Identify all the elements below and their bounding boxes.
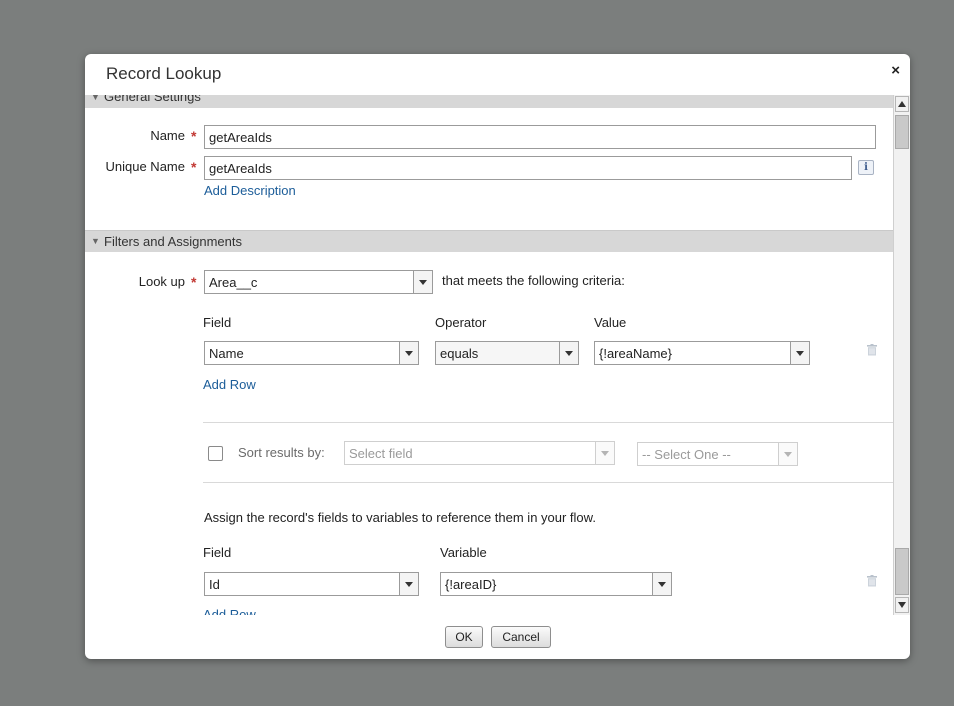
info-icon[interactable]: i: [858, 160, 874, 175]
assign-field-value: Id: [209, 577, 220, 592]
sort-order-placeholder: -- Select One --: [642, 447, 731, 462]
chevron-down-icon[interactable]: [790, 342, 809, 364]
chevron-down-icon[interactable]: [559, 342, 578, 364]
sort-order-select[interactable]: -- Select One --: [637, 442, 798, 466]
name-input[interactable]: [204, 125, 876, 149]
lookup-criteria-text: that meets the following criteria:: [442, 273, 625, 288]
ok-button[interactable]: OK: [445, 626, 483, 648]
unique-name-label: Unique Name: [105, 159, 186, 174]
add-description-link[interactable]: Add Description: [204, 183, 296, 198]
unique-name-input[interactable]: [204, 156, 852, 180]
triangle-down-icon: ▼: [91, 236, 100, 246]
section-filters-assignments-label: Filters and Assignments: [104, 234, 243, 249]
cancel-button[interactable]: Cancel: [491, 626, 551, 648]
lookup-object-value: Area__c: [209, 275, 258, 290]
assign-variable-combobox[interactable]: {!areaID}: [440, 572, 672, 596]
sort-results-checkbox[interactable]: [208, 446, 223, 461]
sort-field-placeholder: Select field: [349, 446, 413, 461]
name-label: Name: [150, 128, 185, 143]
dialog-scroll-area: ▼ General Settings Name * Unique Name * …: [85, 95, 893, 615]
filter-value-value: {!areaName}: [599, 346, 672, 361]
scroll-thumb[interactable]: [895, 115, 909, 149]
section-general-settings-label: General Settings: [104, 95, 201, 104]
add-filter-row-link[interactable]: Add Row: [203, 377, 256, 392]
chevron-down-icon[interactable]: [652, 573, 671, 595]
add-assignment-row-link[interactable]: Add Row: [203, 607, 256, 615]
divider: [203, 422, 893, 423]
chevron-down-icon[interactable]: [595, 442, 614, 464]
required-asterisk-icon: *: [191, 274, 197, 290]
vertical-scrollbar[interactable]: [893, 95, 910, 615]
filter-value-header: Value: [594, 315, 627, 330]
triangle-down-icon: ▼: [91, 95, 100, 102]
assign-variable-value: {!areaID}: [445, 577, 497, 592]
divider: [203, 482, 893, 483]
scroll-down-icon[interactable]: [895, 597, 909, 613]
chevron-down-icon[interactable]: [413, 271, 432, 293]
filter-field-combobox[interactable]: Name: [204, 341, 419, 365]
close-icon[interactable]: ×: [891, 62, 900, 79]
record-lookup-dialog: Record Lookup × ▼ General Settings Name …: [85, 54, 910, 659]
filter-operator-header: Operator: [435, 315, 487, 330]
sort-field-combobox[interactable]: Select field: [344, 441, 615, 465]
chevron-down-icon[interactable]: [399, 573, 418, 595]
filter-field-value: Name: [209, 346, 244, 361]
trash-icon[interactable]: [866, 575, 878, 587]
assign-instructions: Assign the record's fields to variables …: [204, 510, 596, 525]
assign-variable-header: Variable: [440, 545, 487, 560]
assign-field-header: Field: [203, 545, 232, 560]
chevron-down-icon[interactable]: [778, 443, 797, 465]
required-asterisk-icon: *: [191, 159, 197, 175]
scroll-up-icon[interactable]: [895, 96, 909, 112]
lookup-label: Look up: [138, 274, 185, 289]
dialog-title: Record Lookup: [106, 64, 222, 83]
trash-icon[interactable]: [866, 344, 878, 356]
section-general-settings[interactable]: ▼ General Settings: [85, 95, 893, 108]
filter-value-combobox[interactable]: {!areaName}: [594, 341, 810, 365]
required-asterisk-icon: *: [191, 128, 197, 144]
sort-results-label: Sort results by:: [238, 445, 325, 460]
filter-operator-value: equals: [440, 346, 479, 361]
filter-field-header: Field: [203, 315, 232, 330]
chevron-down-icon[interactable]: [399, 342, 418, 364]
scroll-thumb-lower[interactable]: [895, 548, 909, 595]
assign-field-combobox[interactable]: Id: [204, 572, 419, 596]
filter-operator-select[interactable]: equals: [435, 341, 579, 365]
lookup-object-combobox[interactable]: Area__c: [204, 270, 433, 294]
section-filters-assignments[interactable]: ▼ Filters and Assignments: [85, 230, 893, 252]
